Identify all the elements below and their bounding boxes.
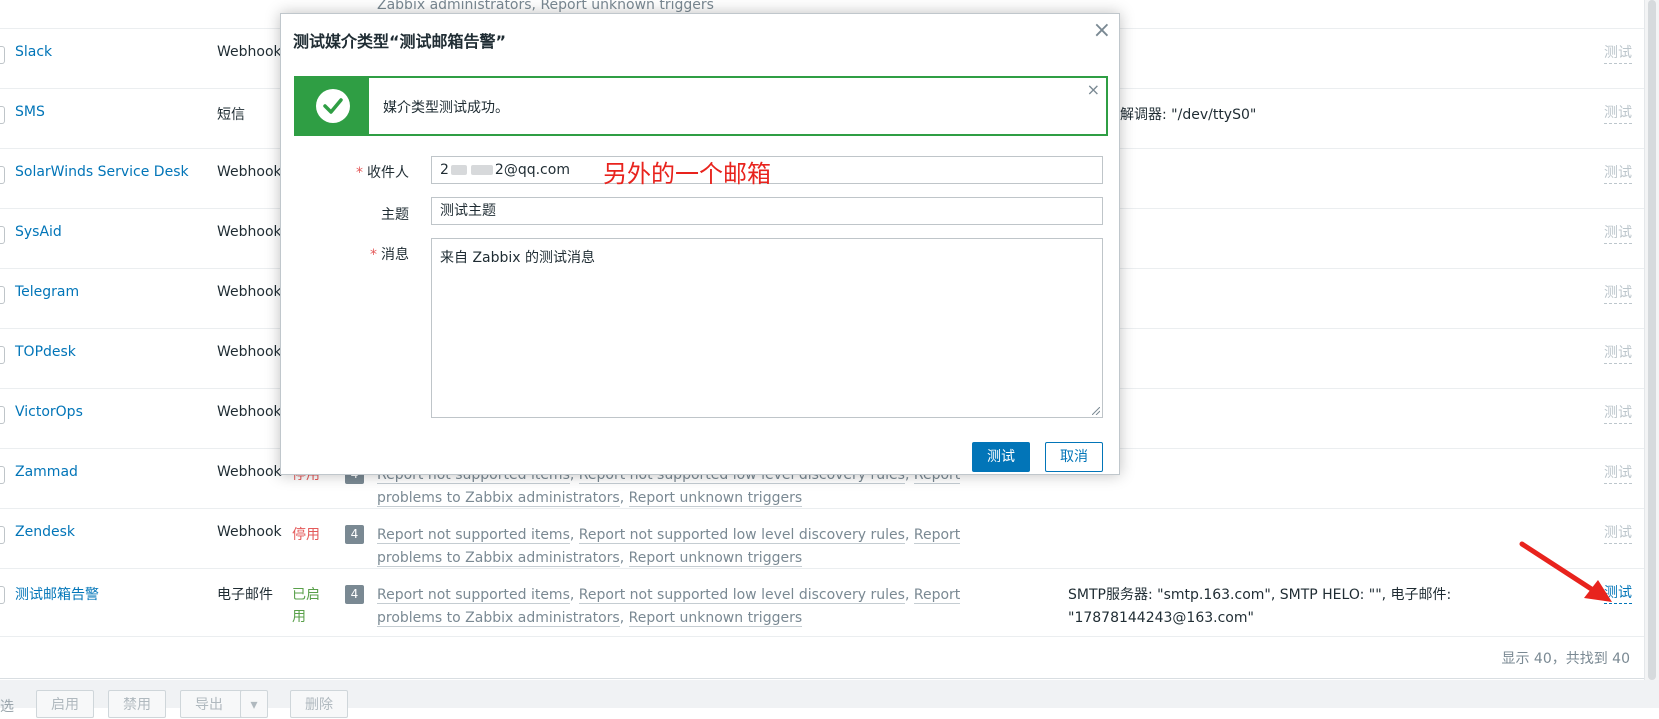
test-button[interactable]: 测试	[972, 442, 1030, 472]
red-arrow-annotation	[1519, 541, 1612, 602]
media-type-name[interactable]: Telegram	[15, 284, 79, 300]
action-link[interactable]: Report unknown triggers	[628, 610, 803, 627]
check-circle-icon	[316, 89, 350, 123]
message-textarea[interactable]: 来自 Zabbix 的测试消息	[431, 238, 1103, 418]
count-badge: 4	[345, 525, 364, 544]
bulk-action-bar: 选 启用 禁用 导出 ▾ 删除	[0, 680, 1659, 718]
test-link[interactable]: 测试	[1604, 224, 1632, 244]
export-dropdown-toggle[interactable]: ▾	[240, 690, 268, 718]
disable-button[interactable]: 禁用	[108, 690, 166, 718]
media-type-name[interactable]: VictorOps	[15, 404, 83, 420]
media-type-name[interactable]: SysAid	[15, 224, 62, 240]
row-checkbox[interactable]	[0, 46, 5, 64]
status-toggle[interactable]: 已启用	[292, 584, 326, 628]
action-link[interactable]: Report not supported items	[377, 587, 570, 604]
media-type-kind: 短信	[217, 107, 245, 123]
table-row: 测试邮箱告警 电子邮件 已启用 4 Report not supported i…	[0, 568, 1645, 637]
success-text: 媒介类型测试成功。	[383, 100, 509, 116]
scrollbar-thumb[interactable]	[1648, 0, 1656, 680]
test-link[interactable]: 测试	[1604, 164, 1632, 184]
media-type-name[interactable]: Zammad	[15, 464, 78, 480]
media-type-name[interactable]: SolarWinds Service Desk	[15, 164, 189, 180]
enable-button[interactable]: 启用	[36, 690, 94, 718]
annotation-text: 另外的一个邮箱	[603, 160, 771, 188]
chevron-down-icon: ▾	[250, 697, 258, 713]
media-type-kind: Webhook	[217, 164, 282, 180]
cancel-button[interactable]: 取消	[1045, 442, 1103, 472]
message-label: * 消息	[281, 244, 409, 264]
row-checkbox[interactable]	[0, 346, 5, 364]
selected-label: 选	[0, 699, 14, 715]
paging-summary: 显示 40，共找到 40	[1501, 651, 1630, 667]
close-icon[interactable]: ×	[1093, 18, 1111, 44]
delete-button[interactable]: 删除	[290, 690, 348, 718]
action-link[interactable]: Report not supported low level discovery…	[578, 587, 905, 604]
media-type-kind: Webhook	[217, 524, 282, 540]
row-checkbox[interactable]	[0, 526, 5, 544]
recipient-label-text: 收件人	[367, 165, 409, 181]
media-type-kind: Webhook	[217, 284, 282, 300]
subject-field[interactable]: 测试主题	[431, 197, 1103, 225]
action-link[interactable]: Report unknown triggers	[628, 550, 803, 567]
required-marker: *	[370, 247, 377, 263]
table-row: Zendesk Webhook 停用 4 Report not supporte…	[0, 508, 1645, 569]
media-type-details: 制解调器: "/dev/ttyS0"	[1106, 107, 1257, 123]
media-type-kind: Webhook	[217, 464, 282, 480]
status-toggle[interactable]: 停用	[292, 524, 326, 546]
media-type-name[interactable]: SMS	[15, 104, 45, 120]
media-type-details: SMTP服务器: "smtp.163.com", SMTP HELO: "", …	[1068, 587, 1452, 626]
success-message: 媒介类型测试成功。 ×	[294, 76, 1108, 136]
row-checkbox[interactable]	[0, 226, 5, 244]
redacted-mask	[470, 165, 493, 175]
export-label: 导出	[195, 697, 223, 713]
message-label-text: 消息	[381, 247, 409, 263]
test-link[interactable]: 测试	[1604, 44, 1632, 64]
vertical-scrollbar[interactable]	[1644, 0, 1659, 680]
row-checkbox[interactable]	[0, 586, 5, 604]
media-type-name[interactable]: TOPdesk	[15, 344, 76, 360]
recipient-value-suffix: 2@qq.com	[494, 162, 570, 178]
test-link[interactable]: 测试	[1604, 464, 1632, 484]
action-link[interactable]: Report unknown triggers	[628, 490, 803, 507]
row-actions: Report not supported items, Report not s…	[377, 587, 961, 627]
action-link[interactable]: Report not supported low level discovery…	[578, 527, 905, 544]
media-type-kind: 电子邮件	[217, 587, 273, 603]
media-type-kind: Webhook	[217, 44, 282, 60]
test-link[interactable]: 测试	[1604, 344, 1632, 364]
test-link[interactable]: 测试	[1604, 104, 1632, 124]
message-close-icon[interactable]: ×	[1087, 80, 1100, 99]
test-link[interactable]: 测试	[1604, 404, 1632, 424]
test-media-type-dialog: 测试媒介类型“测试邮箱告警” × 媒介类型测试成功。 × * 收件人 2 2@qq.…	[280, 13, 1120, 475]
media-type-name[interactable]: Slack	[15, 44, 52, 60]
message-value: 来自 Zabbix 的测试消息	[440, 250, 596, 266]
media-type-kind: Webhook	[217, 344, 282, 360]
action-link[interactable]: Report not supported items	[377, 527, 570, 544]
success-icon-box	[296, 78, 369, 134]
count-badge: 4	[345, 585, 364, 604]
row-actions: Report not supported items, Report not s…	[377, 527, 961, 567]
media-type-kind: Webhook	[217, 404, 282, 420]
table-footer: 显示 40，共找到 40	[0, 636, 1645, 679]
row-checkbox[interactable]	[0, 166, 5, 184]
media-type-name[interactable]: Zendesk	[15, 524, 75, 540]
required-marker: *	[356, 165, 363, 181]
row-checkbox[interactable]	[0, 286, 5, 304]
dialog-title: 测试媒介类型“测试邮箱告警”	[293, 32, 507, 51]
row-checkbox[interactable]	[0, 406, 5, 424]
subject-label: 主题	[381, 207, 409, 223]
row-checkbox[interactable]	[0, 106, 5, 124]
row-checkbox[interactable]	[0, 466, 5, 484]
test-link[interactable]: 测试	[1604, 284, 1632, 304]
recipient-label: * 收件人	[281, 162, 409, 182]
action-link[interactable]: Zabbix administrators, Report unknown tr…	[377, 0, 714, 14]
media-type-kind: Webhook	[217, 224, 282, 240]
recipient-value-prefix: 2	[440, 162, 449, 178]
resize-handle-icon[interactable]	[1092, 407, 1100, 415]
media-type-name[interactable]: 测试邮箱告警	[15, 584, 99, 604]
redacted-mask	[450, 165, 467, 175]
